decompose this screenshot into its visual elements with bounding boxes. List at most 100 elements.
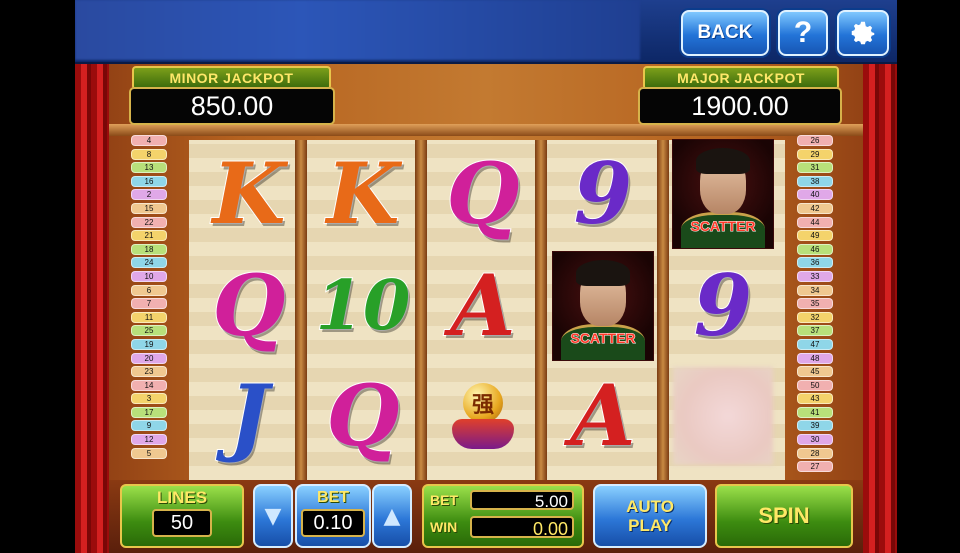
card-symbol: J <box>228 366 270 465</box>
blurred-banner <box>75 0 640 60</box>
payline-number: 28 <box>797 447 833 459</box>
payline-number: 8 <box>131 148 167 160</box>
scatter-label: SCATTER <box>690 218 756 235</box>
blurred-symbol <box>673 367 773 465</box>
payline-number: 46 <box>797 243 833 255</box>
lines-value: 50 <box>152 509 212 537</box>
reel-cell: 9 <box>547 140 659 248</box>
payline-number: 23 <box>131 366 167 378</box>
reel-cell: A <box>547 362 659 470</box>
payline-number: 35 <box>797 298 833 310</box>
lines-label: LINES <box>156 488 208 507</box>
payline-number: 6 <box>131 284 167 296</box>
reel-cell: Q <box>193 252 305 360</box>
major-jackpot-value: 1900.00 <box>638 87 842 125</box>
reel-cell: SCATTER <box>547 251 659 361</box>
total-bet-value: 5.00 <box>470 490 574 511</box>
payline-number: 5 <box>131 447 167 459</box>
scatter-symbol: SCATTER <box>672 139 774 249</box>
bet-win-panel: BET 5.00 WIN 0.00 <box>422 484 584 548</box>
reel-cell: K <box>307 140 419 248</box>
payline-number: 38 <box>797 175 833 187</box>
payline-number: 18 <box>131 243 167 255</box>
reel-cell: Q <box>427 140 539 248</box>
fortune-ball-icon: 强 <box>463 383 503 423</box>
payline-number: 20 <box>131 352 167 364</box>
payline-number: 41 <box>797 406 833 418</box>
settings-button[interactable] <box>837 10 889 56</box>
payline-number: 4 <box>131 135 167 146</box>
help-button[interactable]: ? <box>778 10 828 56</box>
payline-number: 24 <box>131 257 167 269</box>
card-symbol: 9 <box>693 256 753 355</box>
payline-number: 48 <box>797 352 833 364</box>
payline-number: 25 <box>131 325 167 337</box>
card-symbol: K <box>325 144 400 243</box>
payline-number: 2 <box>131 189 167 201</box>
payline-number: 42 <box>797 202 833 214</box>
gear-icon <box>851 21 875 45</box>
auto-play-button[interactable]: AUTO PLAY <box>593 484 707 548</box>
payline-number: 36 <box>797 257 833 269</box>
payline-number: 22 <box>131 216 167 228</box>
payline-number: 37 <box>797 325 833 337</box>
bet-panel: BET 0.10 <box>295 484 371 548</box>
payline-number: 39 <box>797 420 833 432</box>
reel-cell: 9 <box>667 252 779 360</box>
payline-numbers-left: 4 8 13 16 2 15 22 21 18 24 10 6 7 11 25 19 20 23 14 3 17 9 12 5 <box>131 135 167 461</box>
reel-cell: K <box>193 140 305 248</box>
help-icon: ? <box>793 16 813 49</box>
payline-number: 17 <box>131 406 167 418</box>
payline-number: 44 <box>797 216 833 228</box>
game-area: BACK ? MINOR JACKPOT 850.00 MAJOR JACKPO… <box>75 0 897 553</box>
bet-increase-button[interactable]: ▲ <box>372 484 412 548</box>
scatter-symbol: SCATTER <box>552 251 654 361</box>
back-button[interactable]: BACK <box>681 10 769 56</box>
card-symbol: Q <box>445 144 520 243</box>
payline-number: 13 <box>131 162 167 174</box>
payline-number: 29 <box>797 148 833 160</box>
payline-number: 34 <box>797 284 833 296</box>
payline-number: 7 <box>131 298 167 310</box>
scatter-label: SCATTER <box>570 330 636 347</box>
spin-button[interactable]: SPIN <box>715 484 853 548</box>
card-symbol: Q <box>211 256 286 355</box>
card-symbol: A <box>569 366 636 465</box>
reel-cell: Q <box>307 362 419 470</box>
payline-number: 16 <box>131 175 167 187</box>
chevron-up-icon: ▲ <box>383 503 401 529</box>
payline-number: 47 <box>797 338 833 350</box>
card-symbol: 9 <box>573 144 633 243</box>
payline-number: 10 <box>131 270 167 282</box>
bet-value: 0.10 <box>301 509 365 537</box>
chevron-down-icon: ▼ <box>264 503 282 529</box>
card-symbol: A <box>449 256 516 355</box>
payline-number: 15 <box>131 202 167 214</box>
reel-cell: SCATTER <box>667 139 779 249</box>
top-shelf <box>109 124 863 136</box>
payline-number: 14 <box>131 379 167 391</box>
payline-number: 31 <box>797 162 833 174</box>
curtain-right <box>863 64 897 553</box>
payline-number: 32 <box>797 311 833 323</box>
payline-number: 40 <box>797 189 833 201</box>
payline-number: 45 <box>797 366 833 378</box>
bet-decrease-button[interactable]: ▼ <box>253 484 293 548</box>
payline-number: 27 <box>797 461 833 473</box>
bet-label: BET <box>317 489 349 506</box>
payline-number: 3 <box>131 393 167 405</box>
win-value: 0.00 <box>470 516 574 539</box>
reel-cell <box>667 362 779 470</box>
total-bet-label: BET <box>430 492 458 508</box>
payline-number: 11 <box>131 311 167 323</box>
payline-number: 30 <box>797 434 833 446</box>
card-symbol: 10 <box>315 266 412 346</box>
payline-number: 50 <box>797 379 833 391</box>
reel-cell: 10 <box>307 252 419 360</box>
payline-number: 33 <box>797 270 833 282</box>
auto-play-label: AUTO PLAY <box>626 497 674 535</box>
lines-panel: LINES 50 <box>120 484 244 548</box>
curtain-left <box>75 64 109 553</box>
reel-cell: 强 <box>427 362 539 470</box>
card-symbol: Q <box>325 366 400 465</box>
